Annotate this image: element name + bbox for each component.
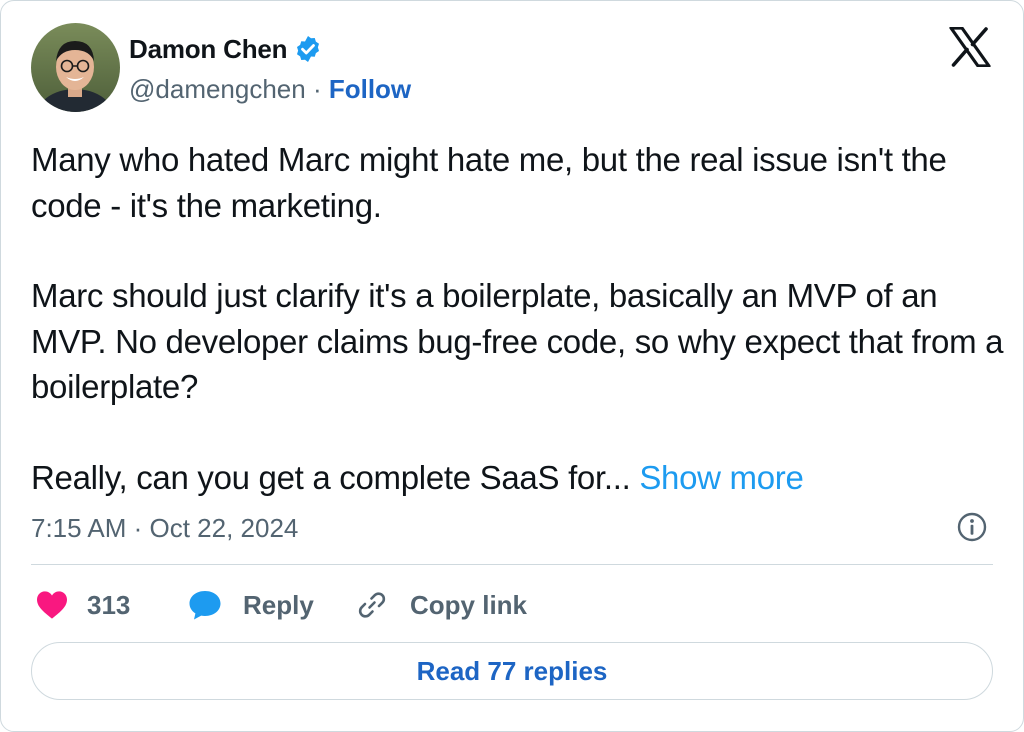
divider — [31, 564, 993, 565]
heart-icon — [35, 590, 69, 620]
copy-link-button[interactable]: Copy link — [356, 585, 527, 625]
avatar-image — [31, 23, 120, 112]
like-button[interactable]: 313 — [35, 585, 130, 625]
tweet-paragraph-2: Marc should just clarify it's a boilerpl… — [31, 277, 1004, 405]
follow-button[interactable]: Follow — [329, 74, 411, 104]
copy-link-label: Copy link — [410, 589, 528, 620]
handle-separator: · — [305, 74, 329, 104]
author-handle[interactable]: @damengchen — [129, 74, 306, 104]
info-icon[interactable] — [956, 511, 988, 543]
tweet-text: Many who hated Marc might hate me, but t… — [31, 137, 1006, 500]
tweet-paragraph-3: Really, can you get a complete SaaS for.… — [31, 455, 1006, 501]
x-logo-icon[interactable] — [949, 26, 991, 68]
verified-badge-icon — [293, 34, 323, 64]
tweet-card: Damon Chen @damengchen · Follow Many who… — [0, 0, 1024, 732]
author-name[interactable]: Damon Chen — [129, 33, 323, 65]
avatar[interactable] — [31, 23, 120, 112]
tweet-paragraph-1: Many who hated Marc might hate me, but t… — [31, 141, 947, 224]
reply-label: Reply — [243, 589, 314, 620]
tweet-paragraph-3-text: Really, can you get a complete SaaS for.… — [31, 458, 631, 496]
handle-row: @damengchen · Follow — [129, 73, 411, 105]
link-icon — [356, 589, 388, 621]
tweet-timestamp[interactable]: 7:15 AM · Oct 22, 2024 — [31, 512, 298, 544]
reply-button[interactable]: Reply — [188, 585, 314, 625]
read-replies-button[interactable]: Read 77 replies — [31, 642, 993, 700]
read-replies-label: Read 77 replies — [416, 655, 608, 686]
show-more-link[interactable]: Show more — [639, 459, 804, 496]
author-name-text: Damon Chen — [129, 34, 288, 64]
like-count: 313 — [87, 589, 131, 620]
speech-bubble-icon — [188, 589, 222, 621]
